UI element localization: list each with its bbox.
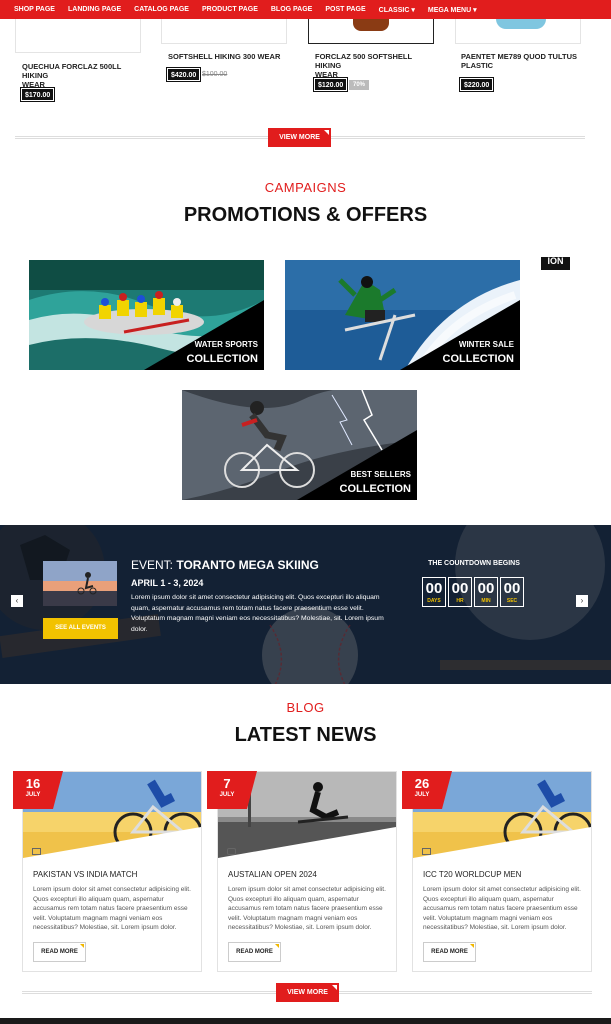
product-old-price: $100.00 xyxy=(202,71,228,78)
product-image[interactable] xyxy=(455,19,581,44)
product-price: $420.00 xyxy=(165,67,202,82)
product-title[interactable]: SOFTSHELL HIKING 300 WEAR xyxy=(168,52,288,61)
promo-water-sports[interactable]: WATER SPORTS COLLECTION xyxy=(29,260,264,370)
nav-mega-menu[interactable]: MEGA MENU ▾ xyxy=(428,6,477,14)
promo-label: WATER SPORTS xyxy=(194,340,258,349)
promo-partial-label: ION xyxy=(541,257,570,270)
promo-winter-sale[interactable]: WINTER SALE COLLECTION xyxy=(285,260,520,370)
view-more-button[interactable]: VIEW MORE xyxy=(268,128,331,147)
view-more-button[interactable]: VIEW MORE xyxy=(276,983,339,1002)
promo-label: BEST SELLERS xyxy=(350,470,411,479)
image-icon xyxy=(32,848,41,855)
date-badge: 7 JULY xyxy=(207,771,257,809)
blog-title[interactable]: ICC T20 WORLDCUP MEN xyxy=(423,870,521,879)
product-thumbnail xyxy=(353,19,389,31)
next-event-arrow-icon[interactable]: › xyxy=(576,595,588,607)
product-title[interactable]: PAENTET ME789 QUOD TULTUS PLASTIC xyxy=(461,52,581,70)
countdown-title: THE COUNTDOWN BEGINS xyxy=(428,560,520,567)
countdown-minutes: 00 MIN xyxy=(474,577,498,607)
event-name: TORANTO MEGA SKIING xyxy=(176,558,319,572)
blog-title[interactable]: PAKISTAN VS INDIA MATCH xyxy=(33,870,137,879)
blog-excerpt: Lorem ipsum dolor sit amet consectetur a… xyxy=(228,886,386,931)
product-price: $120.00 xyxy=(312,77,349,92)
blog-title[interactable]: AUSTALIAN OPEN 2024 xyxy=(228,870,317,879)
read-more-button[interactable]: READ MORE xyxy=(423,942,476,962)
campaigns-subheading: CAMPAIGNS xyxy=(264,180,347,195)
blog-excerpt: Lorem ipsum dolor sit amet consectetur a… xyxy=(423,886,581,931)
countdown-days: 00 DAYS xyxy=(422,577,446,607)
nav-catalog-page[interactable]: CATALOG PAGE xyxy=(134,6,189,13)
prev-event-arrow-icon[interactable]: ‹ xyxy=(11,595,23,607)
event-description: Lorem ipsum dolor sit amet consectetur a… xyxy=(131,594,384,633)
read-more-button[interactable]: READ MORE xyxy=(33,942,86,962)
countdown-seconds: 00 SEC xyxy=(500,577,524,607)
product-price: $170.00 xyxy=(19,87,56,102)
event-prefix: EVENT: xyxy=(131,558,174,572)
blog-excerpt: Lorem ipsum dolor sit amet consectetur a… xyxy=(33,886,191,931)
nav-post-page[interactable]: POST PAGE xyxy=(325,6,365,13)
read-more-button[interactable]: READ MORE xyxy=(228,942,281,962)
nav-shop-page[interactable]: SHOP PAGE xyxy=(14,6,55,13)
image-icon xyxy=(422,848,431,855)
product-title[interactable]: FORCLAZ 500 SOFTSHELL HIKING WEAR xyxy=(315,52,435,79)
blog-subheading: BLOG xyxy=(286,700,325,715)
product-image[interactable] xyxy=(161,19,287,44)
product-title[interactable]: QUECHUA FORCLAZ 500LL HIKING WEAR xyxy=(22,62,142,89)
event-title[interactable]: EVENT: TORANTO MEGA SKIING xyxy=(131,558,319,572)
camera-icon xyxy=(227,848,236,855)
event-thumbnail[interactable] xyxy=(43,561,117,606)
date-badge: 26 JULY xyxy=(402,771,452,809)
promo-collection-label: COLLECTION xyxy=(186,353,259,365)
promo-collection-label: COLLECTION xyxy=(442,353,515,365)
promo-best-sellers[interactable]: BEST SELLERS COLLECTION xyxy=(182,390,417,500)
event-date: APRIL 1 - 3, 2024 xyxy=(131,578,204,588)
nav-blog-page[interactable]: BLOG PAGE xyxy=(271,6,312,13)
main-nav: SHOP PAGE LANDING PAGE CATALOG PAGE PROD… xyxy=(0,0,611,19)
nav-landing-page[interactable]: LANDING PAGE xyxy=(68,6,121,13)
date-badge: 16 JULY xyxy=(13,771,63,809)
promo-collection-label: COLLECTION xyxy=(339,483,412,495)
countdown-hours: 00 HR xyxy=(448,577,472,607)
latest-news-heading: LATEST NEWS xyxy=(234,724,377,746)
discount-tag: 70% xyxy=(349,80,370,90)
nav-product-page[interactable]: PRODUCT PAGE xyxy=(202,6,258,13)
product-image[interactable] xyxy=(308,19,434,44)
footer-edge xyxy=(0,1018,611,1024)
see-all-events-button[interactable]: SEE ALL EVENTS xyxy=(43,618,118,639)
bmx-image xyxy=(43,561,117,606)
product-price: $220.00 xyxy=(458,77,495,92)
promotions-heading: PROMOTIONS & OFFERS xyxy=(183,204,428,226)
product-image[interactable] xyxy=(15,19,141,53)
nav-classic[interactable]: CLASSIC ▾ xyxy=(379,6,415,14)
product-thumbnail xyxy=(496,19,546,29)
promo-label: WINTER SALE xyxy=(458,340,514,349)
